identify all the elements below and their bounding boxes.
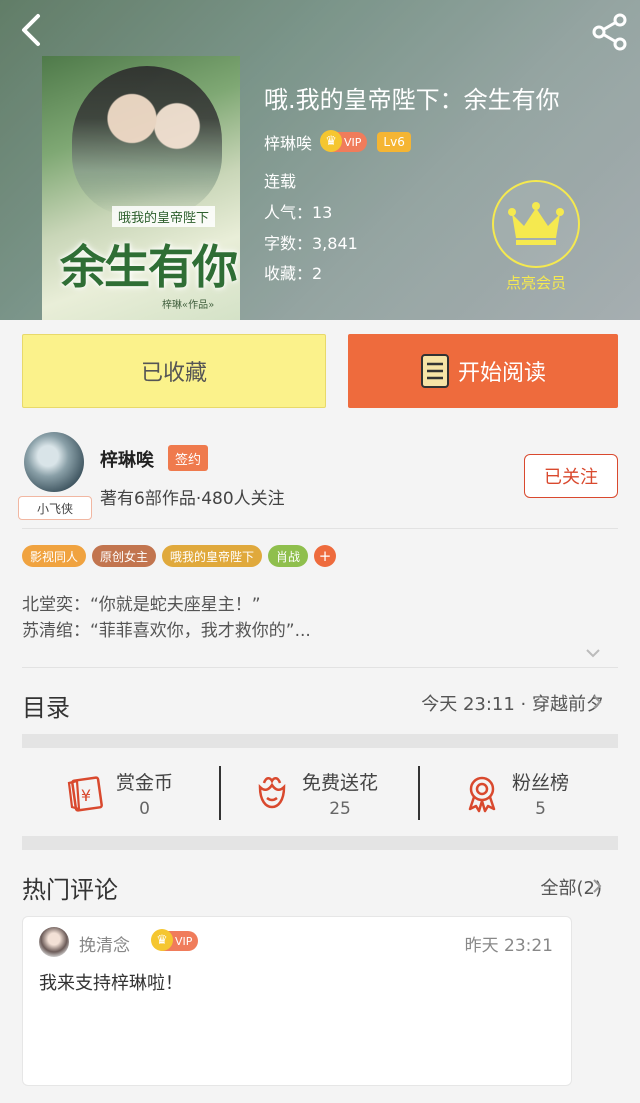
signed-badge: 签约 [168, 445, 209, 471]
book-title: 哦.我的皇帝陛下：余生有你 [264, 86, 560, 114]
member-crown-circle [492, 180, 580, 268]
intro-line: 北堂奕：“你就是蛇夫座星主！” [22, 595, 261, 615]
intro-line: 苏清绾：“菲菲喜欢你，我才救你的”... [22, 621, 311, 641]
comment-card[interactable]: 挽清念 ♛ VIP 昨天 23:21 我来支持梓琳啦！ [22, 916, 572, 1086]
reward-coins-button[interactable]: ¥ 赏金币 0 [66, 764, 173, 822]
section-separator [22, 836, 618, 850]
fan-ranking-value: 5 [535, 798, 546, 819]
divider [219, 766, 221, 820]
latest-chapter[interactable]: 今天 23:11 · 穿越前夕 [421, 690, 604, 716]
vip-label: VIP [175, 934, 193, 948]
send-flowers-value: 25 [329, 798, 351, 819]
book-cover[interactable]: 哦我的皇帝陛下 余生有你 梓琳«作品» [42, 56, 240, 320]
level-badge: Lv6 [377, 132, 411, 152]
tag-item[interactable]: 哦我的皇帝陛下 [162, 545, 263, 567]
cover-illustration [72, 66, 222, 216]
author-description: 著有6部作品·480人关注 [100, 489, 285, 509]
back-arrow-icon [22, 14, 40, 46]
medal-icon [462, 773, 502, 813]
hot-comments-title: 热门评论 [22, 876, 118, 904]
section-separator [22, 734, 618, 748]
tag-item[interactable]: 影视同人 [22, 545, 87, 567]
commenter-avatar[interactable] [39, 927, 69, 957]
divider [22, 528, 618, 529]
add-tag-button[interactable]: + [314, 545, 337, 567]
send-flowers-label: 免费送花 [302, 771, 379, 794]
collected-label: 已收藏 [140, 361, 207, 386]
book-word-count: 字数：3,841 [264, 234, 358, 253]
cover-big-title: 余生有你 [60, 240, 238, 294]
follow-label: 已关注 [544, 467, 598, 488]
author-row: 梓琳唉 ♛ VIP Lv6 [264, 130, 411, 154]
back-button[interactable] [14, 12, 48, 48]
crown-icon: ♛ [151, 929, 173, 951]
reward-coins-value: 0 [139, 798, 150, 819]
cover-author-line: 梓琳«作品» [162, 300, 215, 311]
comment-time: 昨天 23:21 [464, 936, 553, 956]
collected-button[interactable]: 已收藏 [22, 334, 326, 408]
follow-button[interactable]: 已关注 [524, 454, 618, 498]
share-button[interactable] [588, 10, 632, 54]
divider [22, 667, 618, 668]
catalog-title[interactable]: 目录 [22, 688, 70, 723]
start-reading-label: 开始阅读 [457, 361, 546, 386]
fan-ranking-label: 粉丝榜 [512, 771, 570, 794]
start-reading-button[interactable]: 开始阅读 [348, 334, 618, 408]
crown-icon [508, 202, 564, 245]
fan-ranking-button[interactable]: 粉丝榜 5 [462, 764, 569, 822]
member-label: 点亮会员 [505, 274, 566, 292]
crown-icon: ♛ [320, 130, 343, 152]
tag-item[interactable]: 原创女主 [92, 545, 157, 567]
chevron-down-icon[interactable] [584, 644, 602, 662]
divider [418, 766, 420, 820]
author-avatar[interactable] [24, 432, 84, 492]
member-button[interactable]: 点亮会员 [492, 180, 580, 293]
chevron-right-icon[interactable] [590, 879, 604, 893]
commenter-name[interactable]: 挽清念 [79, 931, 130, 956]
author-name-header[interactable]: 梓琳唉 [264, 130, 312, 154]
chevron-right-icon[interactable] [590, 695, 604, 709]
send-flowers-button[interactable]: 免费送花 25 [252, 764, 378, 822]
red-envelope-icon: ¥ [66, 773, 106, 813]
avatar-tag: 小飞侠 [18, 496, 92, 520]
reward-coins-label: 赏金币 [116, 771, 174, 794]
author-name[interactable]: 梓琳唉 [100, 446, 154, 472]
book-intro[interactable]: 北堂奕：“你就是蛇夫座星主！” 苏清绾：“菲菲喜欢你，我才救你的”... [22, 592, 311, 644]
vip-label: VIP [344, 135, 362, 149]
cover-small-title: 哦我的皇帝陛下 [112, 206, 216, 227]
commenter-vip-badge: ♛ VIP [151, 929, 199, 951]
book-popularity: 人气：13 [264, 203, 333, 222]
flower-icon [252, 773, 292, 813]
vip-badge: ♛ VIP [320, 130, 368, 152]
tag-list: 影视同人 原创女主 哦我的皇帝陛下 肖战 + [22, 545, 337, 567]
share-icon [592, 13, 627, 51]
book-favorites: 收藏：2 [264, 264, 323, 283]
svg-text:¥: ¥ [81, 786, 91, 805]
book-status: 连载 [264, 172, 297, 191]
tag-item[interactable]: 肖战 [268, 545, 309, 567]
book-icon [420, 354, 449, 388]
comment-text: 我来支持梓琳啦！ [39, 973, 183, 994]
